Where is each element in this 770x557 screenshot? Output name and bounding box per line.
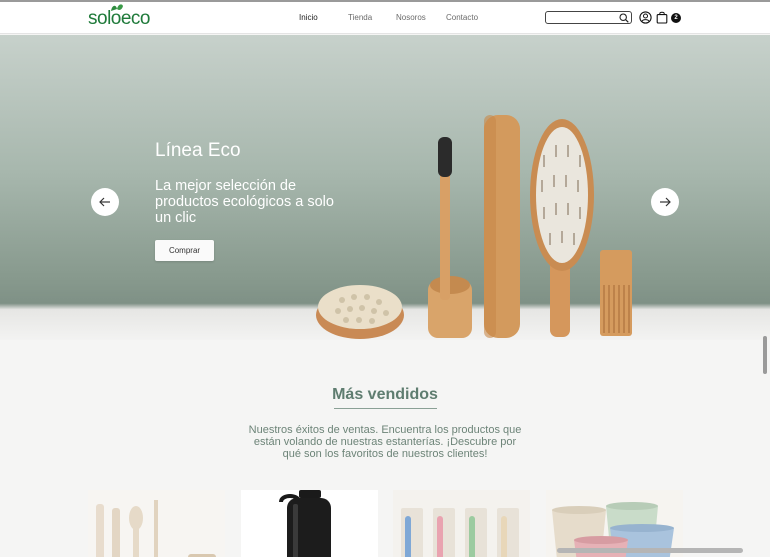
product-card[interactable] bbox=[546, 490, 683, 557]
nav-nosotros[interactable]: Nosoros bbox=[396, 13, 426, 22]
search-icon[interactable] bbox=[619, 13, 629, 23]
user-icon[interactable] bbox=[639, 11, 652, 24]
product-image-kits bbox=[393, 490, 530, 557]
nav-inicio[interactable]: Inicio bbox=[299, 13, 318, 22]
carousel-prev-button[interactable] bbox=[91, 188, 119, 216]
shop-button[interactable]: Comprar bbox=[155, 240, 214, 261]
product-card[interactable] bbox=[241, 490, 378, 557]
search-input[interactable] bbox=[545, 11, 632, 24]
nav-contacto[interactable]: Contacto bbox=[446, 13, 478, 22]
product-image-cutlery bbox=[88, 490, 225, 557]
cart-icon[interactable] bbox=[656, 11, 668, 24]
nav-tienda[interactable]: Tienda bbox=[348, 13, 372, 22]
arrow-right-icon bbox=[660, 197, 671, 207]
hero-banner: Línea Eco La mejor selección de producto… bbox=[0, 35, 770, 340]
product-image-bottle bbox=[241, 490, 378, 557]
product-card[interactable] bbox=[393, 490, 530, 557]
bestsellers-title: Más vendidos bbox=[332, 386, 438, 403]
product-card[interactable] bbox=[88, 490, 225, 557]
page: soloeco Inicio Tienda Nosoros Contacto 2 bbox=[0, 0, 770, 557]
leaf-icon bbox=[111, 4, 123, 11]
logo[interactable]: soloeco bbox=[88, 4, 151, 30]
title-divider bbox=[334, 408, 437, 409]
carousel-next-button[interactable] bbox=[651, 188, 679, 216]
bestsellers-description: Nuestros éxitos de ventas. Encuentra los… bbox=[248, 424, 522, 460]
cart-count-badge: 2 bbox=[671, 13, 681, 23]
product-image-cups bbox=[546, 490, 683, 557]
vertical-scrollbar-thumb[interactable] bbox=[763, 336, 767, 374]
horizontal-scrollbar-thumb[interactable] bbox=[557, 548, 743, 553]
hero-title: Línea Eco bbox=[155, 140, 241, 161]
arrow-left-icon bbox=[99, 197, 110, 207]
logo-text-right: eco bbox=[120, 8, 151, 29]
hero-products-image bbox=[316, 115, 632, 339]
site-header: soloeco Inicio Tienda Nosoros Contacto 2 bbox=[0, 2, 770, 34]
